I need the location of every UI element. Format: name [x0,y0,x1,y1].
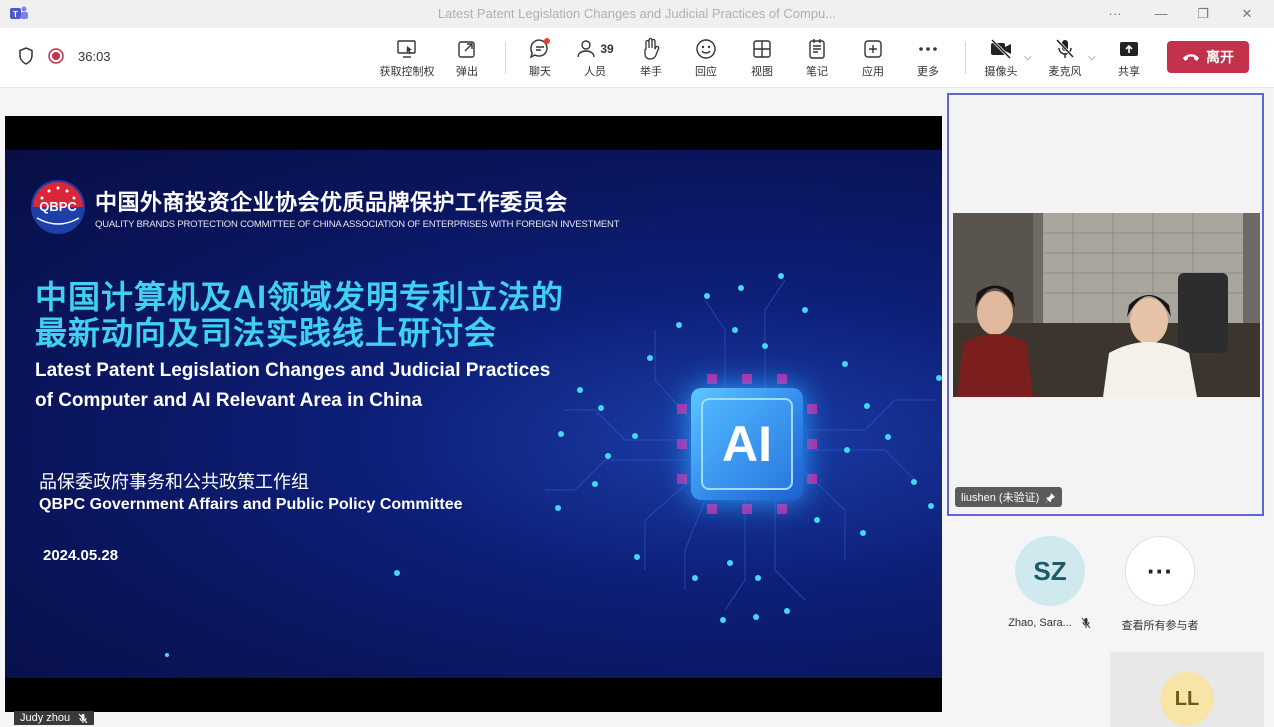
group-name-cn: 品保委政府事务和公共政策工作组 [39,472,309,492]
more-participants-icon: ··· [1125,536,1195,606]
restore-button[interactable]: ❐ [1192,4,1214,24]
camera-button[interactable]: 摄像头 [971,36,1031,79]
shield-icon[interactable] [18,47,34,65]
share-button[interactable]: 共享 [1099,36,1159,79]
people-button[interactable]: 39 人员 [565,36,625,79]
people-icon [577,40,596,58]
qbpc-logo-text: QBPC [39,199,77,214]
mic-options-chevron-icon[interactable]: ⌵ [1088,52,1096,63]
slide-title-en-line2: of Computer and AI Relevant Area in Chin… [35,390,423,411]
presenter-name: Judy zhou [20,712,71,724]
chat-button[interactable]: 聊天 [510,36,570,79]
pop-out-button[interactable]: 弹出 [437,36,497,79]
qbpc-logo-icon: QBPC [31,180,85,234]
hand-icon [644,37,660,60]
presentation-slide: QBPC 中国外商投资企业协会优质品牌保护工作委员会 QUALITY BRAND… [5,150,942,678]
avatar: SZ [1015,536,1085,606]
apps-button[interactable]: 应用 [843,36,903,79]
take-control-icon [397,40,416,58]
take-control-button[interactable]: 获取控制权 [377,36,437,79]
view-all-participants-button[interactable]: ··· 查看所有参与者 [1110,536,1210,633]
window-titlebar: T Latest Patent Legislation Changes and … [0,0,1274,28]
smile-icon [696,39,716,59]
notes-button[interactable]: 笔记 [787,36,847,79]
leave-label: 离开 [1206,49,1234,65]
org-name-cn: 中国外商投资企业协会优质品牌保护工作委员会 [95,189,568,215]
mic-muted-icon [1081,617,1091,629]
avatar: LL [1160,672,1214,726]
participant-video-feed [953,213,1260,397]
leave-button[interactable]: 离开 [1167,41,1249,73]
more-icon [919,47,937,51]
view-all-label: 查看所有参与者 [1121,620,1199,632]
pop-out-icon [458,41,475,58]
add-app-icon [864,40,882,58]
slide-title-cn-line2: 最新动向及司法实践线上研讨会 [35,315,498,351]
record-icon [48,48,64,64]
meeting-timer: 36:03 [78,48,111,64]
shared-screen[interactable]: QBPC 中国外商投资企业协会优质品牌保护工作委员会 QUALITY BRAND… [5,116,942,712]
slide-date: 2024.05.28 [43,547,119,564]
spotlight-participant-name: liushen (未验证) [961,492,1040,504]
chat-icon [529,38,550,59]
participant-name: Zhao, Sara... [1008,617,1072,629]
slide-title-en-line1: Latest Patent Legislation Changes and Ju… [35,360,551,381]
minimize-button[interactable]: — [1150,4,1172,24]
mic-button[interactable]: 麦克风 [1035,36,1095,79]
view-button[interactable]: 视图 [732,36,792,79]
group-name-en: QBPC Government Affairs and Public Polic… [39,496,463,513]
participant-video-tile[interactable]: liushen (未验证) [947,93,1264,516]
mic-muted-icon [78,713,88,723]
react-button[interactable]: 回应 [676,36,736,79]
camera-options-chevron-icon[interactable]: ⌵ [1024,52,1032,63]
raise-hand-button[interactable]: 举手 [621,36,681,79]
org-name-en: QUALITY BRANDS PROTECTION COMMITTEE OF C… [95,218,620,230]
presenter-name-tag: Judy zhou [14,711,95,725]
participant-ll-tile[interactable]: LL [1110,652,1264,727]
close-button[interactable]: ✕ [1236,4,1258,24]
ai-chip-label: AI [701,398,793,490]
grid-icon [753,40,771,58]
window-title: Latest Patent Legislation Changes and Ju… [437,6,837,21]
mic-off-icon [1055,38,1075,59]
hang-up-icon [1183,54,1199,61]
spotlight-name-tag: liushen (未验证) [955,487,1063,507]
pin-icon[interactable] [1045,492,1056,503]
window-more-button[interactable]: ··· [1104,4,1126,24]
people-count: 39 [600,42,614,56]
more-button[interactable]: 更多 [898,36,958,79]
org-header: QBPC 中国外商投资企业协会优质品牌保护工作委员会 QUALITY BRAND… [29,178,620,236]
camera-off-icon [990,39,1012,59]
notes-icon [809,39,825,59]
meeting-toolbar: 36:03 获取控制权 弹出 聊天 39 人员 举手 回应 视图 笔记 应用 更… [0,28,1274,88]
share-icon [1120,42,1138,56]
participant-sz[interactable]: SZ Zhao, Sara... [1000,536,1100,629]
